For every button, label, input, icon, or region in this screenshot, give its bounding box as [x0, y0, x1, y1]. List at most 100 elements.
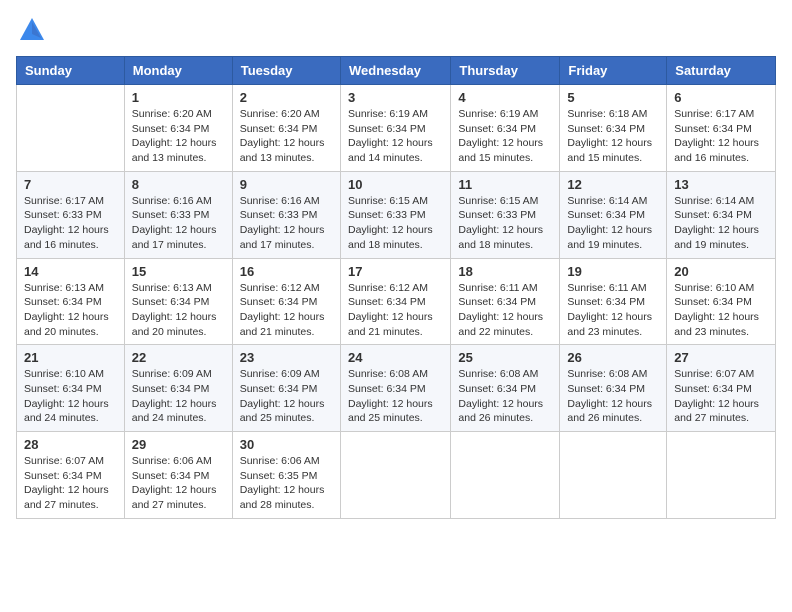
- calendar-cell: 1 Sunrise: 6:20 AM Sunset: 6:34 PM Daylig…: [124, 85, 232, 172]
- day-info: Sunrise: 6:13 AM Sunset: 6:34 PM Dayligh…: [24, 281, 117, 340]
- day-info: Sunrise: 6:19 AM Sunset: 6:34 PM Dayligh…: [348, 107, 443, 166]
- calendar-cell: 6 Sunrise: 6:17 AM Sunset: 6:34 PM Daylig…: [667, 85, 776, 172]
- day-info: Sunrise: 6:15 AM Sunset: 6:33 PM Dayligh…: [348, 194, 443, 253]
- day-number: 1: [132, 90, 225, 105]
- calendar-week-4: 21 Sunrise: 6:10 AM Sunset: 6:34 PM Dayli…: [17, 345, 776, 432]
- day-info: Sunrise: 6:20 AM Sunset: 6:34 PM Dayligh…: [240, 107, 333, 166]
- day-info: Sunrise: 6:10 AM Sunset: 6:34 PM Dayligh…: [24, 367, 117, 426]
- calendar-cell: 10 Sunrise: 6:15 AM Sunset: 6:33 PM Dayli…: [340, 171, 450, 258]
- day-info: Sunrise: 6:06 AM Sunset: 6:35 PM Dayligh…: [240, 454, 333, 513]
- weekday-header-tuesday: Tuesday: [232, 57, 340, 85]
- calendar-week-5: 28 Sunrise: 6:07 AM Sunset: 6:34 PM Dayli…: [17, 432, 776, 519]
- day-number: 16: [240, 264, 333, 279]
- calendar-cell: 24Sunrise: 6:08 AM Sunset: 6:34 PM Dayli…: [340, 345, 450, 432]
- day-number: 3: [348, 90, 443, 105]
- calendar-cell: 27Sunrise: 6:07 AM Sunset: 6:34 PM Dayli…: [667, 345, 776, 432]
- calendar-table: SundayMondayTuesdayWednesdayThursdayFrid…: [16, 56, 776, 519]
- calendar-cell: 4 Sunrise: 6:19 AM Sunset: 6:34 PM Daylig…: [451, 85, 560, 172]
- calendar-cell: 28 Sunrise: 6:07 AM Sunset: 6:34 PM Dayli…: [17, 432, 125, 519]
- calendar-cell: 3 Sunrise: 6:19 AM Sunset: 6:34 PM Daylig…: [340, 85, 450, 172]
- day-number: 14: [24, 264, 117, 279]
- calendar-cell: 17Sunrise: 6:12 AM Sunset: 6:34 PM Dayli…: [340, 258, 450, 345]
- day-number: 9: [240, 177, 333, 192]
- weekday-header-thursday: Thursday: [451, 57, 560, 85]
- day-info: Sunrise: 6:14 AM Sunset: 6:34 PM Dayligh…: [567, 194, 659, 253]
- day-info: Sunrise: 6:18 AM Sunset: 6:34 PM Dayligh…: [567, 107, 659, 166]
- day-info: Sunrise: 6:08 AM Sunset: 6:34 PM Dayligh…: [458, 367, 552, 426]
- day-info: Sunrise: 6:09 AM Sunset: 6:34 PM Dayligh…: [240, 367, 333, 426]
- day-number: 28: [24, 437, 117, 452]
- calendar-cell: 14 Sunrise: 6:13 AM Sunset: 6:34 PM Dayli…: [17, 258, 125, 345]
- calendar-cell: 30 Sunrise: 6:06 AM Sunset: 6:35 PM Dayli…: [232, 432, 340, 519]
- day-number: 11: [458, 177, 552, 192]
- day-info: Sunrise: 6:11 AM Sunset: 6:34 PM Dayligh…: [458, 281, 552, 340]
- calendar-cell: 22 Sunrise: 6:09 AM Sunset: 6:34 PM Dayli…: [124, 345, 232, 432]
- day-number: 7: [24, 177, 117, 192]
- weekday-header-monday: Monday: [124, 57, 232, 85]
- calendar-cell: [451, 432, 560, 519]
- day-info: Sunrise: 6:20 AM Sunset: 6:34 PM Dayligh…: [132, 107, 225, 166]
- day-number: 17: [348, 264, 443, 279]
- logo-icon: [18, 16, 46, 44]
- day-info: Sunrise: 6:16 AM Sunset: 6:33 PM Dayligh…: [132, 194, 225, 253]
- calendar-cell: 15 Sunrise: 6:13 AM Sunset: 6:34 PM Dayli…: [124, 258, 232, 345]
- day-number: 22: [132, 350, 225, 365]
- calendar-cell: 5 Sunrise: 6:18 AM Sunset: 6:34 PM Daylig…: [560, 85, 667, 172]
- day-number: 21: [24, 350, 117, 365]
- calendar-cell: 29Sunrise: 6:06 AM Sunset: 6:34 PM Dayli…: [124, 432, 232, 519]
- calendar-cell: 9 Sunrise: 6:16 AM Sunset: 6:33 PM Daylig…: [232, 171, 340, 258]
- calendar-cell: 26 Sunrise: 6:08 AM Sunset: 6:34 PM Dayli…: [560, 345, 667, 432]
- day-info: Sunrise: 6:13 AM Sunset: 6:34 PM Dayligh…: [132, 281, 225, 340]
- day-number: 10: [348, 177, 443, 192]
- day-info: Sunrise: 6:12 AM Sunset: 6:34 PM Dayligh…: [240, 281, 333, 340]
- calendar-week-2: 7 Sunrise: 6:17 AM Sunset: 6:33 PM Daylig…: [17, 171, 776, 258]
- calendar-cell: [667, 432, 776, 519]
- day-number: 4: [458, 90, 552, 105]
- weekday-header-wednesday: Wednesday: [340, 57, 450, 85]
- calendar-week-1: 1 Sunrise: 6:20 AM Sunset: 6:34 PM Daylig…: [17, 85, 776, 172]
- day-number: 2: [240, 90, 333, 105]
- calendar-cell: 16 Sunrise: 6:12 AM Sunset: 6:34 PM Dayli…: [232, 258, 340, 345]
- day-number: 13: [674, 177, 768, 192]
- day-number: 26: [567, 350, 659, 365]
- calendar-cell: [560, 432, 667, 519]
- calendar-cell: 2 Sunrise: 6:20 AM Sunset: 6:34 PM Daylig…: [232, 85, 340, 172]
- day-number: 19: [567, 264, 659, 279]
- weekday-header-friday: Friday: [560, 57, 667, 85]
- day-info: Sunrise: 6:07 AM Sunset: 6:34 PM Dayligh…: [24, 454, 117, 513]
- calendar-header-row: SundayMondayTuesdayWednesdayThursdayFrid…: [17, 57, 776, 85]
- calendar-cell: [340, 432, 450, 519]
- header: [16, 16, 776, 44]
- day-number: 8: [132, 177, 225, 192]
- calendar-cell: 19Sunrise: 6:11 AM Sunset: 6:34 PM Dayli…: [560, 258, 667, 345]
- day-number: 23: [240, 350, 333, 365]
- calendar-cell: 12Sunrise: 6:14 AM Sunset: 6:34 PM Dayli…: [560, 171, 667, 258]
- weekday-header-sunday: Sunday: [17, 57, 125, 85]
- calendar-cell: 25Sunrise: 6:08 AM Sunset: 6:34 PM Dayli…: [451, 345, 560, 432]
- calendar-cell: 21 Sunrise: 6:10 AM Sunset: 6:34 PM Dayli…: [17, 345, 125, 432]
- calendar-cell: [17, 85, 125, 172]
- day-info: Sunrise: 6:17 AM Sunset: 6:34 PM Dayligh…: [674, 107, 768, 166]
- day-number: 5: [567, 90, 659, 105]
- day-number: 18: [458, 264, 552, 279]
- calendar-cell: 20Sunrise: 6:10 AM Sunset: 6:34 PM Dayli…: [667, 258, 776, 345]
- calendar-cell: 23 Sunrise: 6:09 AM Sunset: 6:34 PM Dayli…: [232, 345, 340, 432]
- day-info: Sunrise: 6:09 AM Sunset: 6:34 PM Dayligh…: [132, 367, 225, 426]
- day-info: Sunrise: 6:19 AM Sunset: 6:34 PM Dayligh…: [458, 107, 552, 166]
- logo: [16, 16, 46, 44]
- calendar-cell: 11 Sunrise: 6:15 AM Sunset: 6:33 PM Dayli…: [451, 171, 560, 258]
- calendar-cell: 8 Sunrise: 6:16 AM Sunset: 6:33 PM Daylig…: [124, 171, 232, 258]
- day-number: 24: [348, 350, 443, 365]
- day-info: Sunrise: 6:17 AM Sunset: 6:33 PM Dayligh…: [24, 194, 117, 253]
- calendar-week-3: 14 Sunrise: 6:13 AM Sunset: 6:34 PM Dayli…: [17, 258, 776, 345]
- day-number: 6: [674, 90, 768, 105]
- day-number: 30: [240, 437, 333, 452]
- day-number: 15: [132, 264, 225, 279]
- day-info: Sunrise: 6:16 AM Sunset: 6:33 PM Dayligh…: [240, 194, 333, 253]
- day-info: Sunrise: 6:14 AM Sunset: 6:34 PM Dayligh…: [674, 194, 768, 253]
- day-info: Sunrise: 6:15 AM Sunset: 6:33 PM Dayligh…: [458, 194, 552, 253]
- day-info: Sunrise: 6:08 AM Sunset: 6:34 PM Dayligh…: [567, 367, 659, 426]
- calendar-cell: 18 Sunrise: 6:11 AM Sunset: 6:34 PM Dayli…: [451, 258, 560, 345]
- calendar-cell: 7 Sunrise: 6:17 AM Sunset: 6:33 PM Daylig…: [17, 171, 125, 258]
- day-info: Sunrise: 6:06 AM Sunset: 6:34 PM Dayligh…: [132, 454, 225, 513]
